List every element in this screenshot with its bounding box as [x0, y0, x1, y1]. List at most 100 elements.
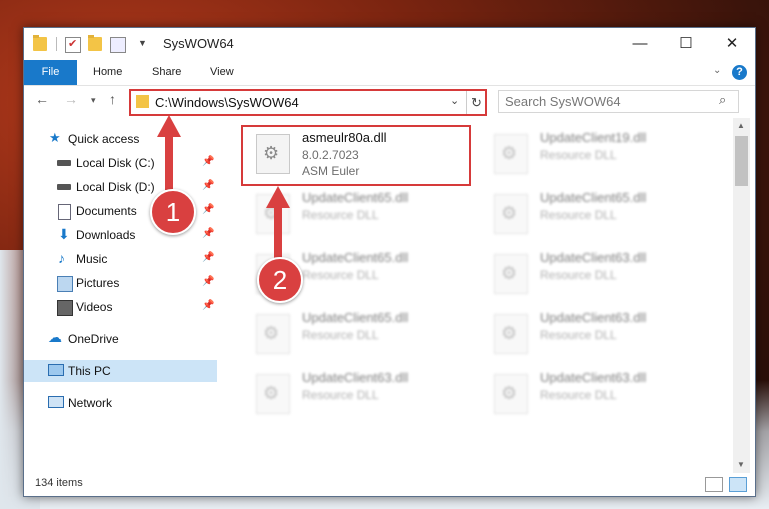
properties-icon[interactable] — [65, 37, 81, 53]
file-tile[interactable]: UpdateClient65.dll Resource DLL — [244, 306, 444, 362]
address-bar[interactable]: C:\Windows\SysWOW64 ⌄ ↻ — [129, 89, 487, 116]
sidebar-item-local-disk-c[interactable]: Local Disk (C:) 📌 — [24, 152, 217, 174]
folder-icon — [33, 35, 47, 51]
file-type: Resource DLL — [302, 328, 379, 342]
sidebar-item-label: Documents — [76, 204, 137, 218]
maximize-button[interactable]: ☐ — [663, 28, 709, 60]
star-icon: ★ — [49, 130, 61, 145]
sidebar-item-label: Music — [76, 252, 108, 266]
vertical-scrollbar[interactable]: ▲ ▼ — [733, 118, 750, 473]
scroll-up-icon[interactable]: ▲ — [737, 121, 745, 130]
sidebar-item-label: This PC — [68, 364, 111, 378]
file-type: Resource DLL — [302, 208, 379, 222]
file-type: Resource DLL — [540, 148, 617, 162]
arrow-head-two — [266, 186, 290, 208]
arrow-shaft-one — [165, 135, 173, 190]
navigation-bar: ← → ▾ ↑ C:\Windows\SysWOW64 ⌄ ↻ Search S… — [24, 86, 755, 116]
chevron-down-icon[interactable]: ▼ — [138, 38, 152, 52]
file-list: asmeulr80a.dll 8.0.2.7023 ASM Euler Upda… — [232, 118, 732, 473]
sidebar-item-this-pc[interactable]: This PC — [24, 360, 217, 382]
search-icon[interactable]: ⌕ — [719, 92, 726, 108]
recent-locations-icon[interactable]: ▾ — [91, 95, 96, 106]
sidebar-item-onedrive[interactable]: ☁ OneDrive — [24, 328, 217, 350]
file-name: UpdateClient19.dll — [540, 130, 647, 145]
close-button[interactable]: ✕ — [709, 28, 755, 60]
navigation-pane: ★ Quick access Local Disk (C:) 📌 Local D… — [24, 118, 217, 473]
sidebar-item-quick-access[interactable]: ★ Quick access — [24, 128, 217, 150]
sidebar-item-pictures[interactable]: Pictures 📌 — [24, 272, 217, 294]
tab-file[interactable]: File — [24, 60, 77, 85]
minimize-button[interactable]: — — [617, 28, 663, 60]
status-bar: 134 items — [24, 473, 755, 495]
file-type: Resource DLL — [540, 268, 617, 282]
dll-file-icon — [494, 254, 528, 294]
title-bar: ▼ SysWOW64 — ☐ ✕ — [24, 28, 755, 60]
details-view-icon[interactable] — [705, 477, 723, 492]
highlight-box — [241, 125, 471, 186]
tab-home[interactable]: Home — [93, 60, 122, 85]
downloads-icon: ⬇ — [58, 226, 70, 242]
pin-icon[interactable]: 📌 — [202, 252, 214, 263]
sidebar-item-label: Downloads — [76, 228, 136, 242]
pc-icon — [48, 364, 64, 376]
pin-icon[interactable]: 📌 — [202, 180, 214, 191]
sidebar-item-label: Videos — [76, 300, 113, 314]
music-icon: ♪ — [58, 250, 65, 266]
sidebar-item-label: OneDrive — [68, 332, 119, 346]
file-tile[interactable]: UpdateClient63.dll Resource DLL — [482, 246, 682, 302]
tiles-view-icon[interactable] — [729, 477, 747, 492]
pin-icon[interactable]: 📌 — [202, 300, 214, 311]
item-count: 134 items — [35, 477, 83, 489]
expand-ribbon-icon[interactable]: ⌄ — [713, 65, 721, 76]
file-tile[interactable]: UpdateClient19.dll Resource DLL — [482, 126, 682, 182]
network-icon — [48, 396, 64, 408]
pin-icon[interactable]: 📌 — [202, 228, 214, 239]
file-type: Resource DLL — [540, 208, 617, 222]
callout-badge-two: 2 — [257, 257, 303, 303]
search-box[interactable]: Search SysWOW64 ⌕ — [498, 90, 739, 113]
tab-view[interactable]: View — [210, 60, 234, 85]
file-tile[interactable]: UpdateClient63.dll Resource DLL — [244, 366, 444, 422]
sidebar-item-network[interactable]: Network — [24, 392, 217, 414]
arrow-head-one — [157, 115, 181, 137]
sidebar-item-music[interactable]: ♪ Music 📌 — [24, 248, 217, 270]
dll-file-icon — [494, 314, 528, 354]
dll-file-icon — [494, 194, 528, 234]
chevron-down-icon[interactable]: ⌄ — [450, 94, 459, 107]
documents-icon — [58, 204, 71, 220]
arrow-shaft-two — [274, 206, 282, 258]
customize-icon[interactable] — [110, 37, 126, 53]
pin-icon[interactable]: 📌 — [202, 204, 214, 215]
drive-icon — [57, 184, 71, 190]
address-path: C:\Windows\SysWOW64 — [155, 95, 299, 110]
dll-file-icon — [494, 374, 528, 414]
file-type: Resource DLL — [302, 388, 379, 402]
file-tile[interactable]: UpdateClient65.dll Resource DLL — [482, 186, 682, 242]
file-tile[interactable]: UpdateClient63.dll Resource DLL — [482, 366, 682, 422]
refresh-icon[interactable]: ↻ — [466, 91, 486, 114]
sidebar-item-label: Pictures — [76, 276, 120, 290]
file-name: UpdateClient63.dll — [540, 250, 647, 265]
up-arrow-icon[interactable]: ↑ — [109, 91, 116, 107]
help-icon[interactable]: ? — [732, 65, 747, 80]
dll-file-icon — [256, 374, 290, 414]
scroll-down-icon[interactable]: ▼ — [737, 460, 745, 469]
pin-icon[interactable]: 📌 — [202, 156, 214, 167]
dll-file-icon — [494, 134, 528, 174]
sidebar-item-videos[interactable]: Videos 📌 — [24, 296, 217, 318]
forward-arrow-icon[interactable]: → — [64, 91, 78, 107]
sidebar-item-label: Network — [68, 396, 113, 410]
scroll-thumb[interactable] — [735, 136, 748, 186]
back-arrow-icon[interactable]: ← — [35, 91, 49, 107]
pin-icon[interactable]: 📌 — [202, 276, 214, 287]
new-folder-icon[interactable] — [88, 35, 102, 51]
window-title: SysWOW64 — [163, 36, 234, 51]
file-name: UpdateClient65.dll — [302, 190, 409, 205]
file-name: UpdateClient65.dll — [302, 310, 409, 325]
file-tile[interactable]: UpdateClient63.dll Resource DLL — [482, 306, 682, 362]
onedrive-icon: ☁ — [48, 329, 62, 345]
tab-share[interactable]: Share — [152, 60, 181, 85]
drive-icon — [57, 160, 71, 166]
file-name: UpdateClient63.dll — [540, 370, 647, 385]
file-name: UpdateClient65.dll — [302, 250, 409, 265]
